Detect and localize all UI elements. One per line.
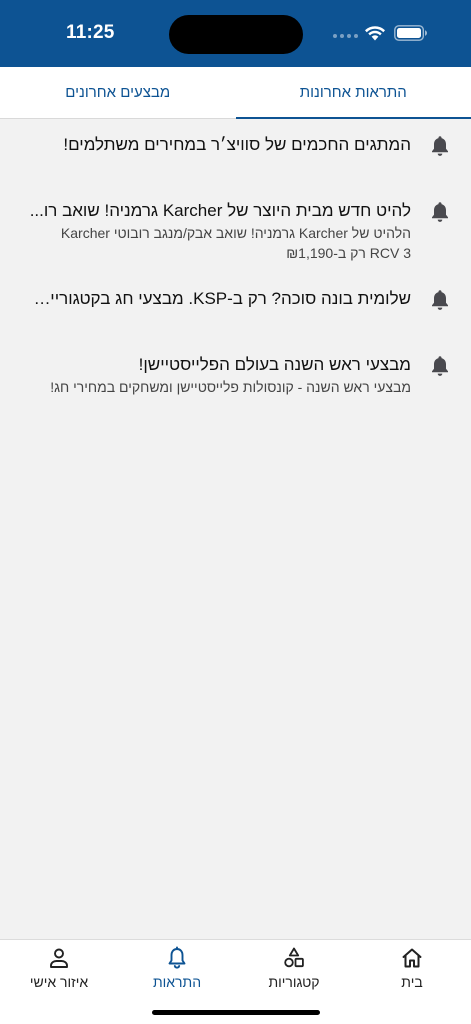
home-icon xyxy=(402,948,422,968)
notification-title: שלומית בונה סוכה? רק ב-KSP. מבצעי חג בקט… xyxy=(28,289,411,308)
tabbar-categories[interactable]: קטגוריות xyxy=(235,946,353,996)
top-tabs: התראות אחרונות מבצעים אחרונים xyxy=(0,67,471,119)
notification-body: הלהיט של Karcher גרמניה! שואב אבק/מנגב ר… xyxy=(60,225,411,261)
status-time: 11:25 xyxy=(66,22,115,43)
home-indicator xyxy=(152,1010,320,1015)
bell-icon xyxy=(432,202,448,222)
shapes-icon xyxy=(284,947,304,968)
notifications-list: המתגים החכמים של סוויצ׳ר במחירים משתלמים… xyxy=(0,119,471,397)
list-item[interactable]: מבצעי ראש השנה בעולם הפלייסטיישן! מבצעי … xyxy=(0,339,471,397)
tabbar-account[interactable]: איזור אישי xyxy=(0,946,118,996)
list-item[interactable]: להיט חדש מבית היוצר של Karcher גרמניה! ש… xyxy=(0,185,471,263)
list-item[interactable]: שלומית בונה סוכה? רק ב-KSP. מבצעי חג בקט… xyxy=(0,273,471,329)
notification-title: להיט חדש מבית היוצר של Karcher גרמניה! ש… xyxy=(29,201,411,220)
tabbar-categories-label: קטגוריות xyxy=(268,974,320,990)
bell-icon xyxy=(432,290,448,310)
tabbar-account-label: איזור אישי xyxy=(29,974,89,990)
tab-recent-deals[interactable]: מבצעים אחרונים xyxy=(0,67,236,118)
status-bar: 11:25 xyxy=(0,0,471,67)
signal-icon xyxy=(333,34,358,38)
wifi-icon xyxy=(365,26,385,41)
screen: 11:25 התראות אחרונות מבצעים אחרונים המתג… xyxy=(0,0,471,1024)
notification-body: מבצעי ראש השנה - קונסולות פלייסטיישן ומש… xyxy=(50,379,411,395)
tabbar-home-label: בית xyxy=(401,974,423,990)
tab-recent-notifications[interactable]: התראות אחרונות xyxy=(235,67,471,119)
tabbar-notifications-label: התראות xyxy=(152,974,202,990)
list-item[interactable]: המתגים החכמים של סוויצ׳ר במחירים משתלמים… xyxy=(0,119,471,175)
bell-icon xyxy=(432,136,448,156)
dynamic-island xyxy=(169,15,303,54)
user-icon xyxy=(50,948,68,968)
tabbar-notifications[interactable]: התראות xyxy=(118,946,236,996)
battery-icon xyxy=(394,25,427,41)
notification-title: מבצעי ראש השנה בעולם הפלייסטיישן! xyxy=(138,355,411,374)
bell-outline-icon xyxy=(168,946,186,969)
notification-title: המתגים החכמים של סוויצ׳ר במחירים משתלמים… xyxy=(63,135,411,154)
tabbar-home[interactable]: בית xyxy=(353,946,471,996)
bell-icon xyxy=(432,356,448,376)
